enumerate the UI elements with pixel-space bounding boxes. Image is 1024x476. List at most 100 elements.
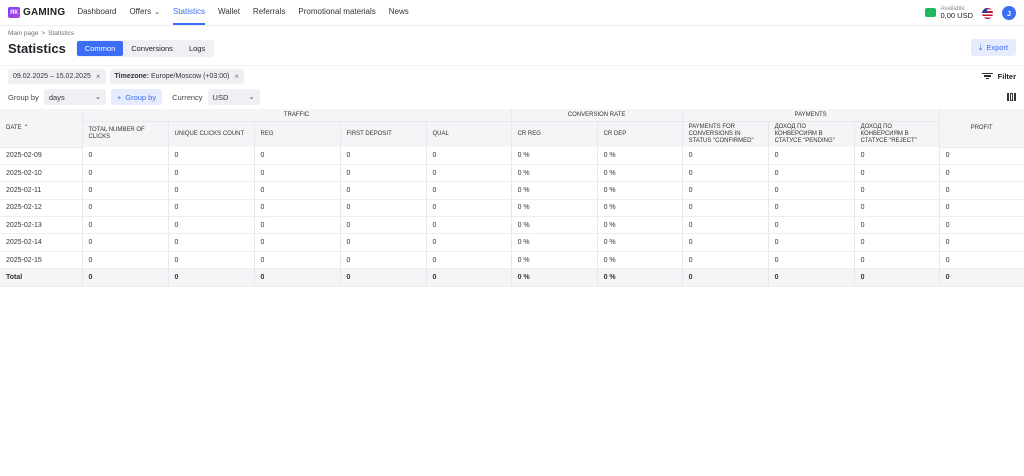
chevron-down-icon: ⌄ xyxy=(154,8,160,16)
table-cell: 0 xyxy=(340,199,427,218)
nav-item-offers[interactable]: Offers ⌄ xyxy=(129,0,160,25)
table-cell: 0 xyxy=(426,147,512,165)
table-cell: 0 xyxy=(254,251,341,270)
table-row: 2025-02-10 0 0 0 0 0 0 % 0 % 0 0 0 0 xyxy=(0,164,1024,183)
table-cell: 0 % xyxy=(511,199,598,218)
breadcrumb-home[interactable]: Main page xyxy=(8,30,38,37)
table-cell: 0 xyxy=(168,164,255,183)
column-header-payments-reject[interactable]: Доход по конверсиям в статусе "Reject" xyxy=(854,121,940,147)
table-cell: 0 xyxy=(82,181,169,200)
table-cell: 0 xyxy=(254,233,341,252)
group-by-button[interactable]: + Group by xyxy=(110,89,163,105)
group-by-value: days xyxy=(48,92,65,102)
main-nav: Dashboard Offers ⌄ Statistics Wallet Ref… xyxy=(77,0,409,25)
export-button[interactable]: ⤓ Export xyxy=(970,39,1016,56)
table-cell: 0 xyxy=(254,216,341,235)
column-header-first-deposit[interactable]: First deposit xyxy=(340,121,427,147)
chevron-down-icon: ⌄ xyxy=(94,94,101,101)
currency-select[interactable]: USD ⌄ xyxy=(207,89,260,105)
column-header-cr-reg[interactable]: CR Reg xyxy=(511,121,598,147)
close-icon[interactable]: × xyxy=(96,72,101,81)
date-header-label: Date xyxy=(6,125,22,132)
table-cell: 0 xyxy=(340,233,427,252)
title-row: Statistics Common Conversions Logs ⤓ Exp… xyxy=(0,37,1024,59)
nav-item-statistics[interactable]: Statistics xyxy=(172,0,205,25)
close-icon[interactable]: × xyxy=(234,72,239,81)
us-flag-icon[interactable] xyxy=(982,7,993,19)
table-cell: 0 xyxy=(682,216,769,235)
column-header-date[interactable]: Date ⌃ xyxy=(0,109,83,148)
column-header-total-clicks[interactable]: Total number of clicks xyxy=(82,121,169,147)
table-cell: 0 % xyxy=(597,199,683,218)
statistics-table: Date ⌃ Traffic Conversion Rate Payments P… xyxy=(0,109,1024,287)
table-cell: 0 xyxy=(854,268,940,287)
filter-button[interactable]: Filter xyxy=(981,71,1016,81)
table-cell: Total xyxy=(0,268,83,287)
table-cell: 0 xyxy=(939,164,1024,183)
column-header-reg[interactable]: Reg xyxy=(254,121,341,147)
nav-item-news[interactable]: News xyxy=(389,0,409,25)
columns-icon[interactable] xyxy=(1006,93,1016,101)
table-cell: 0 xyxy=(768,268,855,287)
brand-logo[interactable]: ЯК GAMING xyxy=(8,7,65,18)
table-cell: 0 % xyxy=(511,181,598,200)
filter-label: Filter xyxy=(997,71,1016,81)
table-cell: 0 xyxy=(426,199,512,218)
table-cell: 2025-02-09 xyxy=(0,147,83,165)
sort-up-icon: ⌃ xyxy=(23,125,29,132)
nav-item-promotional-materials[interactable]: Promotional materials xyxy=(298,0,375,25)
table-cell: 0 % xyxy=(511,268,598,287)
user-avatar[interactable]: J xyxy=(1002,6,1016,20)
tab-conversions[interactable]: Conversions xyxy=(123,41,181,56)
nav-item-wallet[interactable]: Wallet xyxy=(218,0,240,25)
table-cell: 0 xyxy=(854,181,940,200)
table-cell: 0 % xyxy=(597,164,683,183)
wallet-balance[interactable]: Available 0,00 USD xyxy=(925,6,973,20)
table-cell: 2025-02-12 xyxy=(0,199,83,218)
nav-item-offers-label: Offers xyxy=(129,7,152,16)
column-header-qual[interactable]: Qual xyxy=(426,121,512,147)
nav-item-referrals[interactable]: Referrals xyxy=(253,0,285,25)
table-cell: 0 xyxy=(768,164,855,183)
table-cell: 0 xyxy=(82,216,169,235)
table-cell: 0 % xyxy=(597,251,683,270)
chevron-down-icon: ⌄ xyxy=(248,94,255,101)
table-cell: 0 xyxy=(682,147,769,165)
table-cell: 0 xyxy=(168,268,255,287)
timezone-chip[interactable]: Timezone: Europe/Moscow (+03:00) × xyxy=(109,68,245,84)
table-cell: 0 xyxy=(168,199,255,218)
tab-common[interactable]: Common xyxy=(76,41,124,56)
table-cell: 0 xyxy=(939,181,1024,200)
table-cell: 0 xyxy=(82,164,169,183)
tab-logs[interactable]: Logs xyxy=(181,41,213,56)
table-cell: 0 xyxy=(854,199,940,218)
table-cell: 2025-02-13 xyxy=(0,216,83,235)
table-cell: 0 % xyxy=(511,147,598,165)
timezone-label: Timezone: xyxy=(114,72,150,80)
table-cell: 2025-02-14 xyxy=(0,233,83,252)
table-row: 2025-02-13 0 0 0 0 0 0 % 0 % 0 0 0 0 xyxy=(0,216,1024,235)
table-cell: 2025-02-11 xyxy=(0,181,83,200)
column-header-payments-confirmed[interactable]: Payments for conversions in status "Conf… xyxy=(682,121,769,147)
table-cell: 0 xyxy=(340,216,427,235)
group-by-select[interactable]: days ⌄ xyxy=(43,89,106,105)
date-range-chip[interactable]: 09.02.2025 – 15.02.2025 × xyxy=(8,68,106,84)
table-row: 2025-02-11 0 0 0 0 0 0 % 0 % 0 0 0 0 xyxy=(0,181,1024,200)
column-header-cr-dep[interactable]: CR Dep xyxy=(597,121,683,147)
table-cell: 0 % xyxy=(511,233,598,252)
table-cell: 0 xyxy=(768,233,855,252)
table-cell: 0 xyxy=(340,251,427,270)
table-cell: 0 xyxy=(426,216,512,235)
table-cell: 0 xyxy=(682,181,769,200)
currency-label: Currency xyxy=(172,92,203,102)
table-cell: 0 xyxy=(768,147,855,165)
column-header-unique-clicks[interactable]: Unique clicks count xyxy=(168,121,255,147)
table-cell: 0 xyxy=(426,164,512,183)
breadcrumb-current: Statistics xyxy=(48,29,75,37)
table-cell: 0 xyxy=(768,181,855,200)
nav-item-dashboard[interactable]: Dashboard xyxy=(77,0,116,25)
table-cell: 0 xyxy=(168,147,255,165)
column-header-profit[interactable]: Profit xyxy=(939,109,1024,148)
table-cell: 0 xyxy=(254,199,341,218)
column-header-payments-pending[interactable]: Доход по конверсиям в статусе "Pending" xyxy=(768,121,855,147)
